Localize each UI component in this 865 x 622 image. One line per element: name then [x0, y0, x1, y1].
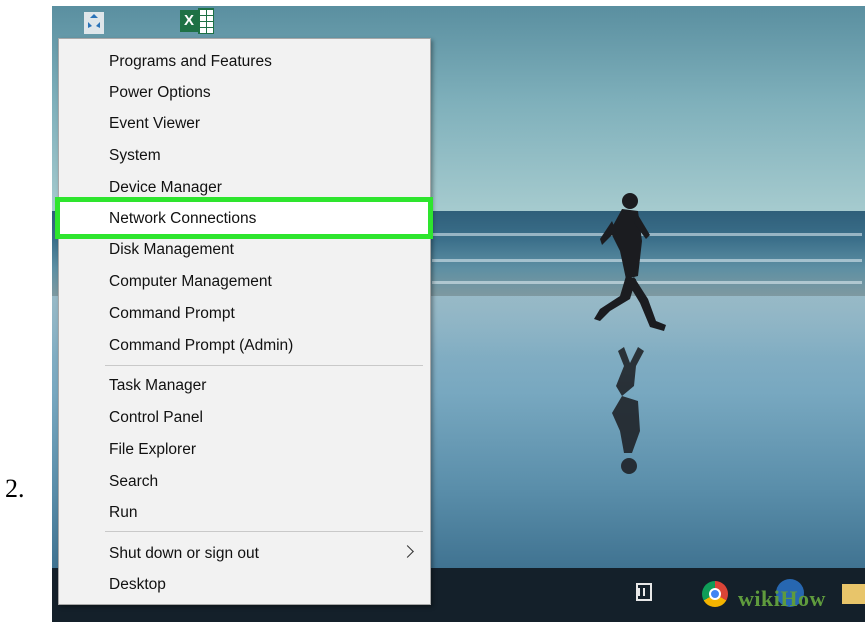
menu-separator — [105, 365, 423, 366]
menu-item-label: Desktop — [109, 576, 166, 593]
menu-item-label: Power Options — [109, 84, 211, 101]
menu-item-label: Device Manager — [109, 179, 222, 196]
menu-item-run[interactable]: Run — [59, 500, 430, 528]
menu-item-event-viewer[interactable]: Event Viewer — [59, 111, 430, 139]
excel-letter: X — [180, 10, 198, 32]
folder-icon[interactable] — [842, 584, 865, 604]
menu-item-device-manager[interactable]: Device Manager — [59, 175, 430, 203]
menu-item-label: Computer Management — [109, 273, 272, 290]
menu-item-system[interactable]: System — [59, 143, 430, 171]
menu-item-label: Run — [109, 504, 138, 521]
menu-item-label: Shut down or sign out — [109, 545, 259, 562]
step-number: 2. — [5, 474, 25, 503]
menu-item-label: System — [109, 147, 161, 164]
menu-item-label: Network Connections — [109, 210, 257, 227]
menu-item-label: Disk Management — [109, 241, 234, 258]
menu-item-command-prompt[interactable]: Command Prompt — [59, 301, 430, 329]
menu-item-task-manager[interactable]: Task Manager — [59, 373, 430, 401]
menu-item-label: Command Prompt (Admin) — [109, 337, 294, 354]
menu-item-disk-management[interactable]: Disk Management — [59, 237, 430, 265]
menu-item-label: Control Panel — [109, 409, 203, 426]
menu-item-desktop[interactable]: Desktop — [59, 572, 430, 600]
excel-icon[interactable]: X — [180, 6, 216, 36]
chevron-right-icon — [401, 545, 414, 558]
menu-item-control-panel[interactable]: Control Panel — [59, 405, 430, 433]
menu-item-label: Search — [109, 473, 159, 490]
menu-item-search[interactable]: Search — [59, 469, 430, 497]
excel-grid — [198, 8, 214, 34]
menu-item-computer-management[interactable]: Computer Management — [59, 269, 430, 297]
menu-item-label: File Explorer — [109, 441, 196, 458]
menu-item-label: Programs and Features — [109, 53, 272, 70]
menu-item-label: Event Viewer — [109, 115, 201, 132]
menu-item-programs-and-features[interactable]: Programs and Features — [59, 49, 430, 77]
power-user-menu: Programs and Features Power Options Even… — [55, 38, 433, 605]
menu-separator — [105, 531, 423, 532]
chrome-icon[interactable] — [702, 581, 728, 607]
menu-item-file-explorer[interactable]: File Explorer — [59, 437, 430, 465]
wikihow-watermark: wikiHow — [738, 586, 826, 611]
menu-item-command-prompt-admin[interactable]: Command Prompt (Admin) — [59, 333, 430, 361]
menu-item-network-connections[interactable]: Network Connections — [59, 206, 430, 234]
windows-desktop-screenshot: wikiHow X Programs and Features Power Op… — [52, 6, 865, 622]
menu-item-power-options[interactable]: Power Options — [59, 80, 430, 108]
runner-silhouette — [594, 193, 666, 474]
task-view-icon[interactable] — [636, 583, 652, 601]
recycle-bin-icon[interactable] — [80, 8, 108, 36]
menu-item-label: Task Manager — [109, 377, 207, 394]
menu-item-label: Command Prompt — [109, 305, 235, 322]
menu-item-shut-down-or-sign-out[interactable]: Shut down or sign out — [59, 541, 430, 569]
